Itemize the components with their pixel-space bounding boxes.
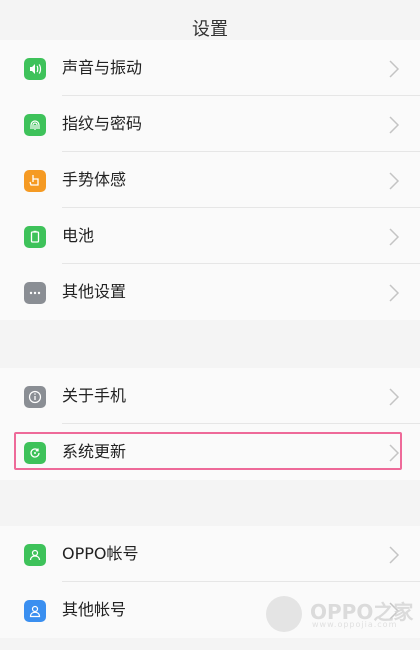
section-gap: [0, 480, 420, 526]
watermark-url: www.oppojia.com: [312, 620, 398, 629]
settings-item-label: 指纹与密码: [62, 114, 143, 133]
settings-item-label: 声音与振动: [62, 58, 143, 77]
settings-item-label: 关于手机: [62, 386, 127, 405]
settings-item-fingerprint[interactable]: 指纹与密码: [0, 96, 420, 152]
sound-icon: [24, 58, 46, 80]
settings-item-other[interactable]: 其他设置: [0, 264, 420, 320]
settings-item-battery[interactable]: 电池: [0, 208, 420, 264]
oppo-logo-icon: [266, 596, 302, 632]
chevron-right-icon: [389, 116, 400, 134]
settings-item-label: 其他帐号: [62, 600, 127, 619]
settings-item-label: OPPO帐号: [62, 544, 139, 563]
settings-item-about[interactable]: 关于手机: [0, 368, 420, 424]
chevron-right-icon: [389, 172, 400, 190]
page-title: 设置: [192, 19, 228, 40]
chevron-right-icon: [389, 546, 400, 564]
chevron-right-icon: [389, 388, 400, 406]
battery-icon: [24, 226, 46, 248]
settings-item-sound[interactable]: 声音与振动: [0, 40, 420, 96]
settings-item-label: 其他设置: [62, 282, 127, 301]
accounts-icon: [24, 600, 46, 622]
settings-item-label: 电池: [62, 226, 95, 245]
chevron-right-icon: [389, 444, 400, 462]
chevron-right-icon: [389, 60, 400, 78]
fingerprint-icon: [24, 114, 46, 136]
section-gap: [0, 320, 420, 368]
chevron-right-icon: [389, 228, 400, 246]
chevron-right-icon: [389, 284, 400, 302]
account-icon: [24, 544, 46, 566]
settings-item-gesture[interactable]: 手势体感: [0, 152, 420, 208]
settings-item-label: 系统更新: [62, 442, 127, 461]
settings-item-oppo-account[interactable]: OPPO帐号: [0, 526, 420, 582]
settings-item-label: 手势体感: [62, 170, 127, 189]
watermark: OPPO之家 www.oppojia.com: [266, 590, 416, 640]
update-icon: [24, 442, 46, 464]
settings-item-system-update[interactable]: 系统更新: [0, 424, 420, 480]
gesture-icon: [24, 170, 46, 192]
info-icon: [24, 386, 46, 408]
more-icon: [24, 282, 46, 304]
